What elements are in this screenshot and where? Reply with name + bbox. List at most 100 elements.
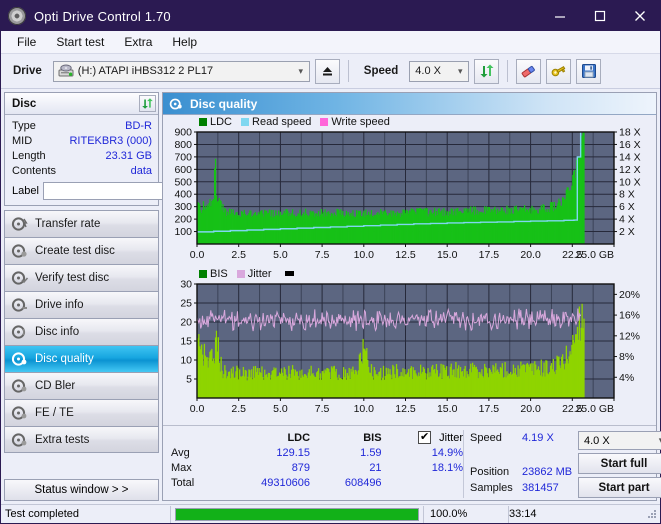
drive-label: Drive [13,65,42,77]
svg-text:15.0: 15.0 [437,249,458,261]
disc-length-label: Length [12,149,46,162]
svg-text:400: 400 [174,189,192,201]
stats-table: LDC BIS ✔ Jitter Avg 129.15 1.59 14.9% M… [163,430,463,498]
erase-button[interactable] [516,58,542,84]
drive-select[interactable]: (H:) ATAPI iHBS312 2 PL17 ▾ [52,60,310,82]
menu-start-test[interactable]: Start test [48,33,112,51]
disc-icon [11,432,28,448]
svg-text:10.0: 10.0 [354,249,375,261]
sidebar-label: FE / TE [35,407,74,419]
svg-text:25.0 GB: 25.0 GB [575,403,614,415]
svg-text:8 X: 8 X [619,189,635,201]
svg-text:18 X: 18 X [619,127,641,139]
legend-label-bis: BIS [210,267,228,280]
stats-area: LDC BIS ✔ Jitter Avg 129.15 1.59 14.9% M… [163,425,661,500]
status-window-button[interactable]: Status window > > [4,479,159,501]
speed-readout-label: Speed [470,432,502,444]
readout-speed: Speed 4.19 X [470,430,578,446]
disc-contents-label: Contents [12,164,57,177]
disc-row-type: Type BD-R [12,118,152,133]
legend-marker-black [284,271,294,276]
minimize-icon[interactable] [540,1,580,31]
stats-header-ldc: LDC [287,431,311,444]
svg-text:17.5: 17.5 [479,403,500,415]
samples-value: 381457 [522,482,559,494]
sidebar-item-disc-info[interactable]: Disc info [4,318,159,345]
position-label: Position [470,466,510,478]
chart-bis-jitter: BIS Jitter 5 10 15 20 25 30 4% 8% 12% 16% 20% 0.0 2.… [163,267,656,423]
svg-text:20.0: 20.0 [520,249,541,261]
svg-text:12.5: 12.5 [395,403,416,415]
svg-text:10: 10 [180,355,192,367]
sidebar-item-extra-tests[interactable]: Extra tests [4,426,159,453]
stats-total-bis: 608496 [344,476,382,489]
resize-grip[interactable] [646,508,658,520]
test-speed-value: 4.0 X [584,434,610,447]
refresh-button[interactable] [474,58,500,84]
stats-max-jitter: 18.1% [431,461,463,474]
svg-text:2.5: 2.5 [231,249,246,261]
chart-bis-svg: 5 10 15 20 25 30 4% 8% 12% 16% 20% 0.0 2.5 5.0 7.5 10.0… [180,279,640,416]
disc-row-contents: Contents data [12,163,152,178]
eject-button[interactable] [314,58,340,84]
chevron-down-icon[interactable]: ▾ [653,435,661,446]
sidebar-item-disc-quality[interactable]: Disc quality [4,345,159,372]
sidebar-label: Disc info [35,326,80,338]
elapsed-time: 33:14 [508,505,646,523]
disc-refresh-button[interactable] [139,95,156,112]
disc-icon [11,216,28,232]
window-controls [540,1,660,31]
key-button[interactable] [546,58,572,84]
sidebar-item-verify-test-disc[interactable]: Verify test disc [4,264,159,291]
legend-label-read-speed: Read speed [252,115,312,128]
svg-text:800: 800 [174,139,192,151]
menu-file[interactable]: File [9,33,44,51]
sidebar-item-transfer-rate[interactable]: Transfer rate [4,210,159,237]
svg-text:10 X: 10 X [619,176,641,188]
chevron-down-icon[interactable]: ▾ [452,66,468,77]
test-readouts: Speed 4.19 X Position 23862 MB Samples 3… [470,430,578,498]
main-panel: Disc quality LDC Read speed Write speed … [162,92,661,501]
svg-text:100: 100 [174,226,192,238]
chevron-down-icon[interactable]: ▾ [293,66,309,77]
stats-row-total: Total 49310606 608496 [171,475,463,490]
readout-position: Position 23862 MB [470,464,578,480]
status-bar: Test completed 100.0% 33:14 [1,504,660,523]
stats-row-label: Max [171,461,192,474]
svg-text:300: 300 [174,201,192,213]
status-text: Test completed [1,505,171,523]
save-button[interactable] [576,58,602,84]
svg-text:900: 900 [174,127,192,139]
legend-swatch-bis [199,269,207,278]
main-header-title: Disc quality [190,96,258,111]
svg-text:2.5: 2.5 [231,403,246,415]
stats-total-ldc: 49310606 [261,476,311,489]
test-buttons: 4.0 X ▾ Start full Start part [578,430,661,498]
jitter-checkbox[interactable]: ✔ [418,431,432,444]
svg-text:600: 600 [174,164,192,176]
menu-help[interactable]: Help [164,33,205,51]
sidebar-item-cd-bler[interactable]: CD Bler [4,372,159,399]
speed-select[interactable]: 4.0 X ▾ [409,60,470,82]
disc-icon [11,378,28,394]
sidebar-item-create-test-disc[interactable]: Create test disc [4,237,159,264]
title-bar: Opti Drive Control 1.70 [1,1,660,31]
start-full-button[interactable]: Start full [578,453,661,474]
sidebar-label: Extra tests [35,433,90,446]
close-icon[interactable] [620,1,660,31]
svg-text:700: 700 [174,151,192,163]
stats-avg-ldc: 129.15 [276,446,311,459]
sidebar-label: Disc quality [35,353,94,365]
start-part-button[interactable]: Start part [578,477,661,498]
test-speed-select[interactable]: 4.0 X ▾ [578,431,661,450]
disc-panel-header: Disc [5,93,158,115]
sidebar-item-drive-info[interactable]: Drive info [4,291,159,318]
sidebar-item-fe-te[interactable]: FE / TE [4,399,159,426]
menu-extra[interactable]: Extra [116,33,160,51]
stats-header-row: LDC BIS ✔ Jitter [171,430,463,445]
svg-text:8%: 8% [619,351,634,363]
maximize-icon[interactable] [580,1,620,31]
disc-label-label: Label [12,185,39,197]
legend-ldc: LDC [199,116,232,128]
disc-info-list: Type BD-R MID RITEKBR3 (000) Length 23.3… [5,115,247,205]
